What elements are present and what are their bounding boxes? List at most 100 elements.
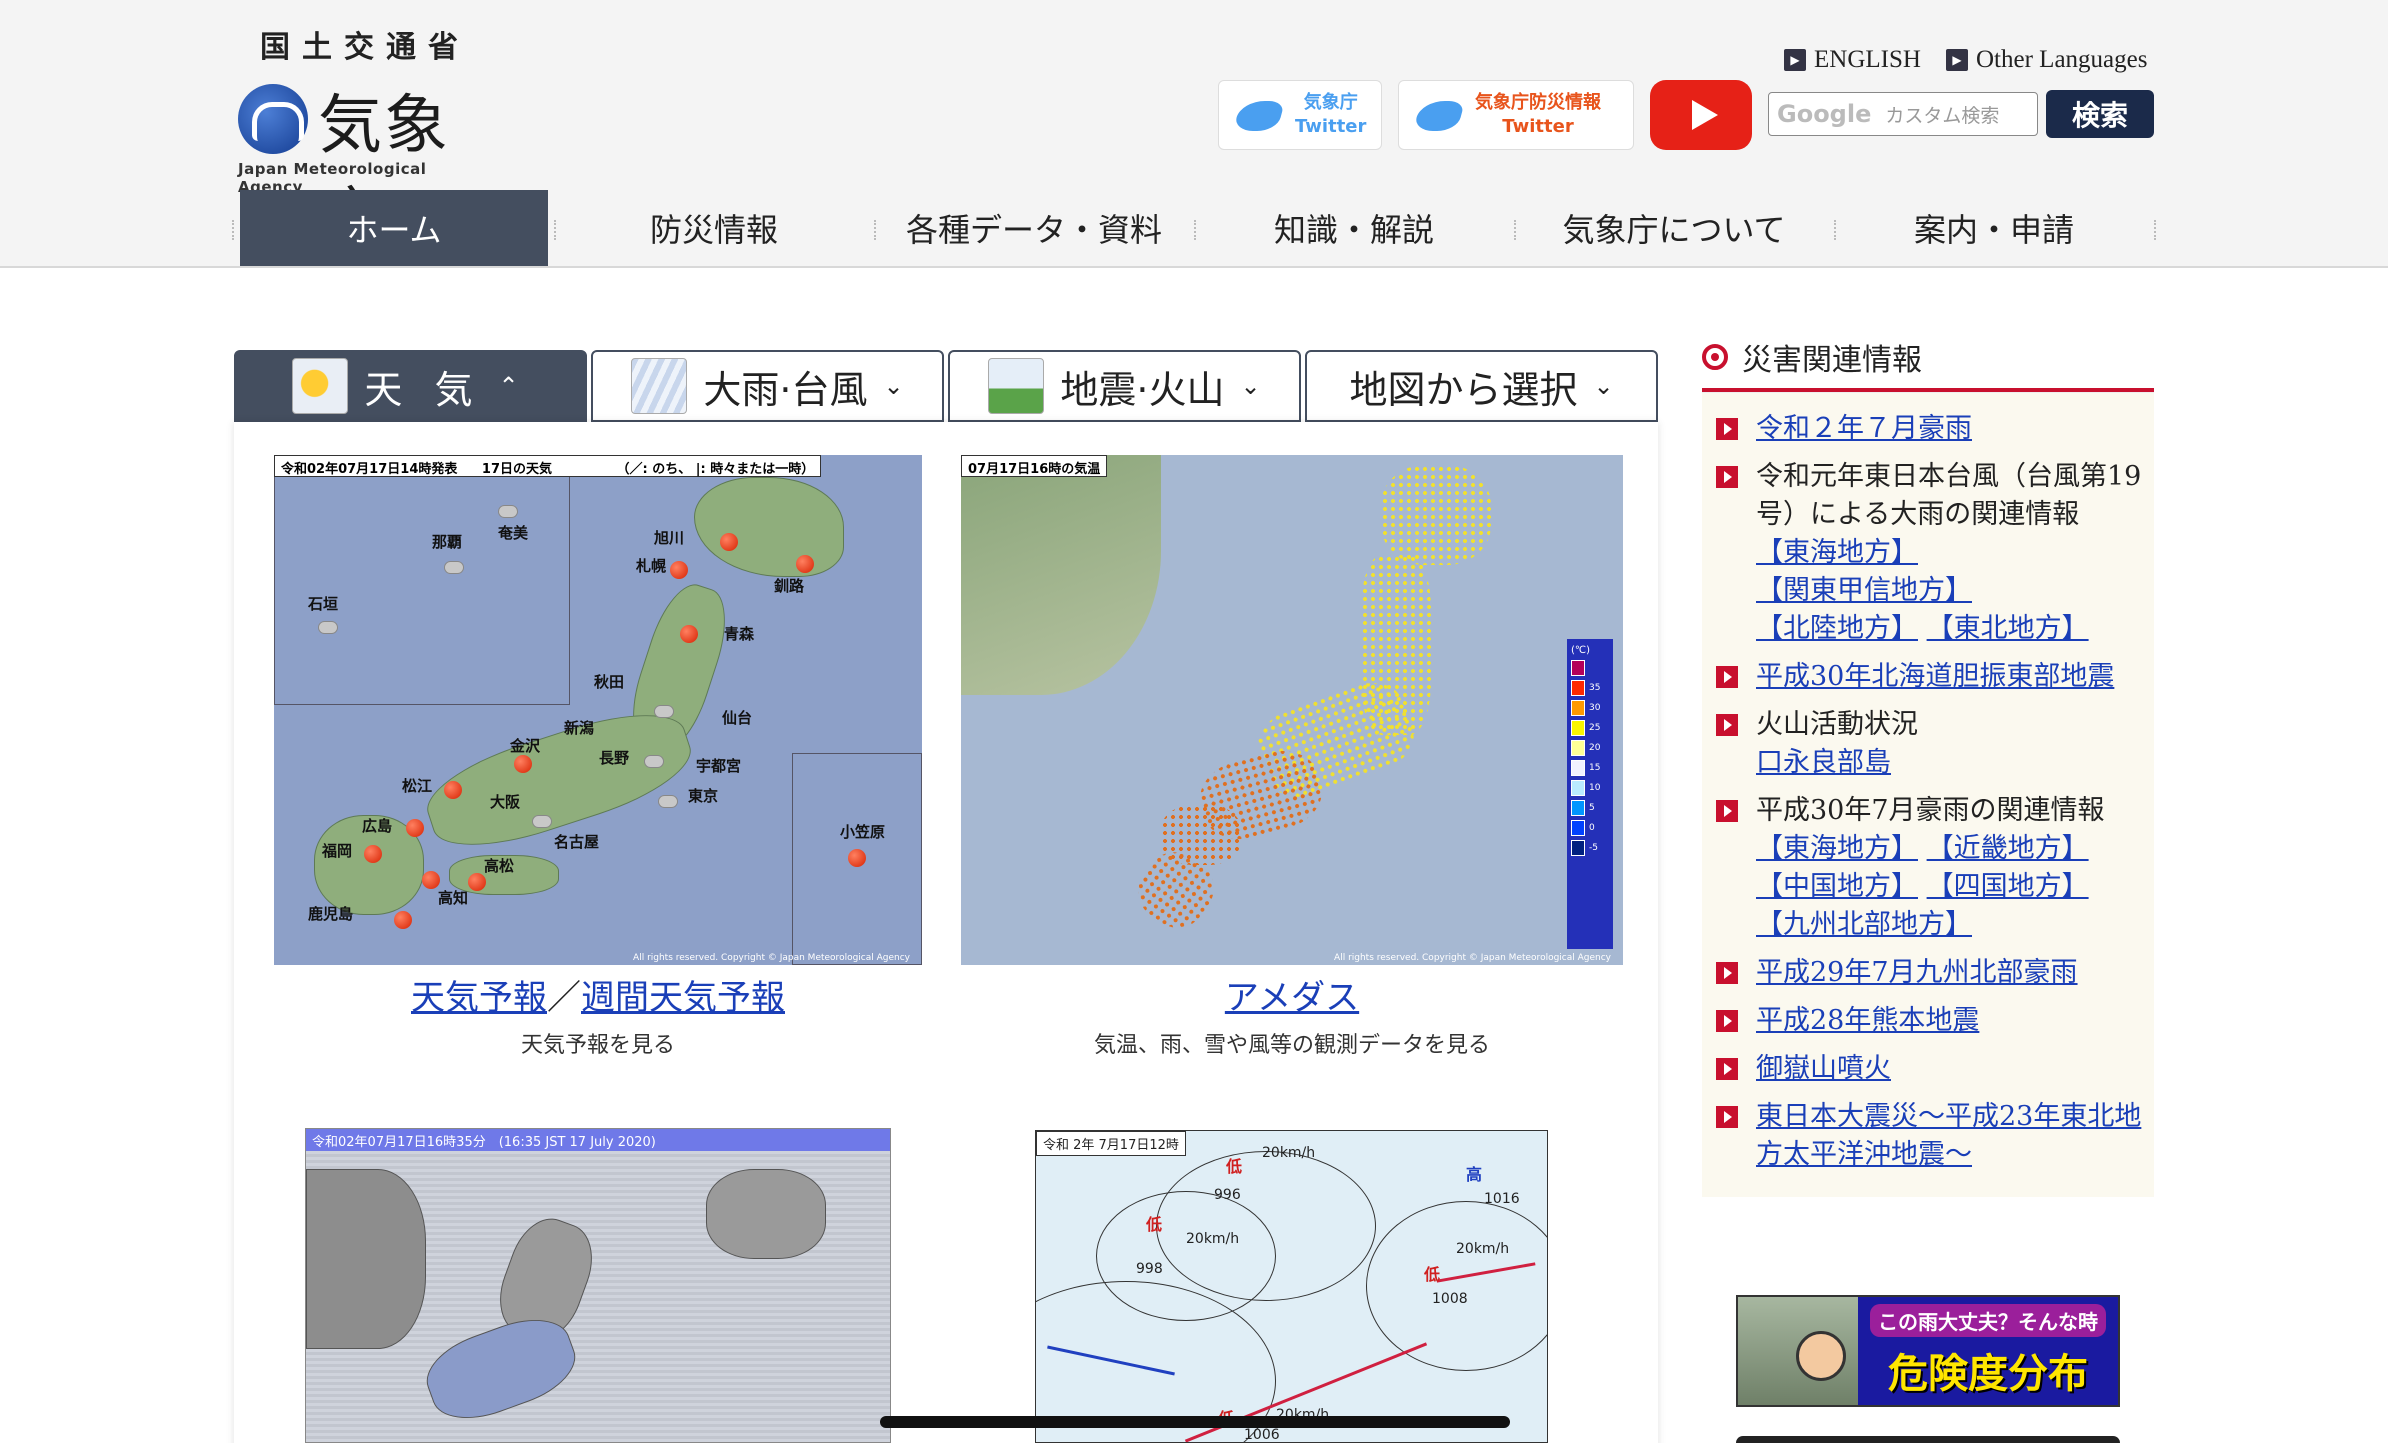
list-item: 火山活動状況 口永良部島 — [1702, 701, 2154, 787]
region-link[interactable]: 【四国地方】 — [1927, 871, 2089, 902]
nav-data[interactable]: 各種データ・資料 — [880, 190, 1196, 266]
search-button[interactable]: 検索 — [2046, 90, 2154, 138]
surface-weather-chart[interactable]: 令和 2年 7月17日12時 低 996 20km/h 低 20km/h 998… — [1035, 1130, 1548, 1443]
cloud-icon — [658, 795, 678, 808]
list-item: 平成28年熊本地震 — [1702, 997, 2154, 1045]
tab-weather[interactable]: 天 気 ⌃ — [234, 350, 587, 422]
nav-disaster-info[interactable]: 防災情報 — [560, 190, 876, 266]
map-copyright: All rights reserved. Copyright © Japan M… — [1334, 953, 1611, 963]
radar-map[interactable]: 令和02年07月17日16時35分 (16:35 JST 17 July 202… — [305, 1128, 891, 1443]
risk-distribution-banner[interactable]: この雨大丈夫？そんな時 危険度分布 — [1736, 1295, 2120, 1407]
main-nav: ホーム 防災情報 各種データ・資料 知識・解説 気象庁について 案内・申請 — [232, 190, 2156, 266]
disaster-link[interactable]: 御嶽山噴火 — [1756, 1053, 1891, 1084]
twitter-label: Twitter — [1502, 116, 1574, 137]
region-link[interactable]: 【東海地方】 — [1756, 537, 1918, 568]
ministry-name: 国土交通省 — [260, 30, 470, 65]
cloud-icon — [654, 705, 674, 718]
disaster-info-sidebar: 災害関連情報 令和２年７月豪雨 令和元年東日本台風（台風第19号）による大雨の関… — [1702, 330, 2154, 1197]
region-link[interactable]: 【近畿地方】 — [1927, 833, 2089, 864]
legend-row: 15 — [1571, 760, 1609, 776]
disaster-title: 平成30年7月豪雨の関連情報 — [1756, 795, 2105, 826]
city-label: 福岡 — [322, 842, 353, 860]
tab-heavy-rain[interactable]: 大雨·台風 ⌄ — [591, 350, 944, 422]
tab-earthquake[interactable]: 地震·火山 ⌄ — [948, 350, 1301, 422]
forecast-issued-time: 令和02年07月17日14時発表 — [281, 462, 458, 477]
region-link[interactable]: 【東海地方】 — [1756, 833, 1918, 864]
weekly-forecast-link[interactable]: 週間天気予報 — [581, 978, 785, 1018]
region-link[interactable]: 【九州北部地方】 — [1756, 909, 1972, 940]
legend-value: 15 — [1589, 763, 1601, 773]
arrow-icon — [1716, 714, 1738, 736]
rain-icon — [631, 358, 688, 414]
sunny-icon — [670, 561, 688, 579]
site-header: 国土交通省 気象庁 Japan Meteorological Agency ▶ … — [0, 0, 2388, 268]
volcano-link[interactable]: 口永良部島 — [1756, 747, 1891, 778]
other-languages-label: Other Languages — [1976, 46, 2148, 73]
nav-about[interactable]: 気象庁について — [1520, 190, 1836, 266]
caption-separator: ／ — [547, 978, 581, 1018]
arrow-icon — [1716, 962, 1738, 984]
city-label: 那覇 — [432, 533, 463, 551]
legend-row: 10 — [1571, 780, 1609, 796]
disaster-title: 令和元年東日本台風（台風第19号）による大雨の関連情報 — [1756, 461, 2142, 530]
list-item: 平成29年7月九州北部豪雨 — [1702, 949, 2154, 997]
jma-twitter-button[interactable]: 気象庁 Twitter — [1218, 80, 1382, 150]
jma-bosai-twitter-button[interactable]: 気象庁防災情報 Twitter — [1398, 80, 1634, 150]
sunny-icon — [394, 911, 412, 929]
legend-row — [1571, 660, 1609, 676]
list-item: 平成30年北海道胆振東部地震 — [1702, 653, 2154, 701]
nav-guide[interactable]: 案内・申請 — [1840, 190, 2156, 266]
twitter-account-name: 気象庁防災情報 — [1475, 92, 1601, 113]
disaster-link[interactable]: 令和２年７月豪雨 — [1756, 413, 1972, 444]
low-pressure-label: 低 — [1146, 1215, 1163, 1234]
banner-question: この雨大丈夫？そんな時 — [1870, 1303, 2106, 1337]
bullet-icon — [1702, 344, 1728, 370]
sunny-icon — [720, 533, 738, 551]
disaster-link[interactable]: 平成28年熊本地震 — [1756, 1005, 1979, 1036]
twitter-bird-icon — [1413, 95, 1465, 135]
youtube-button[interactable] — [1650, 80, 1752, 150]
sidebar-title: 災害関連情報 — [1742, 343, 1922, 378]
city-label: 宇都宮 — [696, 757, 742, 775]
forecast-map[interactable]: 令和02年07月17日14時発表 17日の天気 （／: のち、 |: 時々または… — [274, 455, 922, 965]
city-label: 広島 — [362, 817, 393, 835]
disaster-link[interactable]: 平成30年北海道胆振東部地震 — [1756, 661, 2114, 692]
other-languages-link[interactable]: ▶ Other Languages — [1946, 46, 2147, 74]
disaster-link[interactable]: 東日本大震災～平成23年東北地方太平洋沖地震～ — [1756, 1101, 2141, 1170]
disaster-link[interactable]: 平成29年7月九州北部豪雨 — [1756, 957, 2078, 988]
nav-knowledge[interactable]: 知識・解説 — [1200, 190, 1516, 266]
region-link[interactable]: 【関東甲信地方】 — [1756, 575, 1972, 606]
legend-value: 25 — [1589, 723, 1601, 733]
sunny-icon — [406, 819, 424, 837]
city-label: 新潟 — [564, 719, 595, 737]
list-item: 東日本大震災～平成23年東北地方太平洋沖地震～ — [1702, 1093, 2154, 1179]
legend-value: -5 — [1589, 843, 1598, 853]
tab-earthquake-label: 地震·火山 — [1060, 367, 1225, 412]
chevron-up-icon: ⌃ — [498, 372, 529, 400]
city-label: 奄美 — [498, 524, 529, 542]
tab-map-select[interactable]: 地図から選択 ⌄ — [1305, 350, 1658, 422]
region-link[interactable]: 【東北地方】 — [1927, 613, 2089, 644]
low-pressure-label: 低 — [1424, 1265, 1441, 1284]
region-link[interactable]: 【中国地方】 — [1756, 871, 1918, 902]
jma-logo[interactable]: 国土交通省 気象庁 Japan Meteorological Agency — [234, 22, 494, 255]
amedas-link[interactable]: アメダス — [1225, 978, 1359, 1018]
next-banner-edge[interactable] — [1736, 1436, 2120, 1443]
region-link[interactable]: 【北陸地方】 — [1756, 613, 1918, 644]
english-link[interactable]: ▶ ENGLISH — [1784, 46, 1921, 74]
legend-swatch — [1571, 840, 1585, 856]
play-arrow-icon: ▶ — [1946, 49, 1968, 71]
sunny-icon — [848, 849, 866, 867]
amedas-temperature-map[interactable]: 07月17日16時の気温 (℃) 35 30 25 20 15 10 5 0 -5 All ri… — [961, 455, 1623, 965]
legend-row: 5 — [1571, 800, 1609, 816]
legend-swatch — [1571, 680, 1585, 696]
nav-home[interactable]: ホーム — [232, 190, 556, 266]
city-label: 鹿児島 — [308, 905, 354, 923]
legend-swatch — [1571, 800, 1585, 816]
jma-emblem-icon — [238, 84, 308, 154]
temperature-legend: (℃) 35 30 25 20 15 10 5 0 -5 — [1567, 639, 1613, 949]
search-input[interactable]: Google カスタム検索 — [1768, 92, 2038, 136]
city-label: 石垣 — [308, 595, 339, 613]
forecast-link[interactable]: 天気予報 — [411, 978, 547, 1018]
high-pressure-label: 高 — [1466, 1165, 1483, 1184]
